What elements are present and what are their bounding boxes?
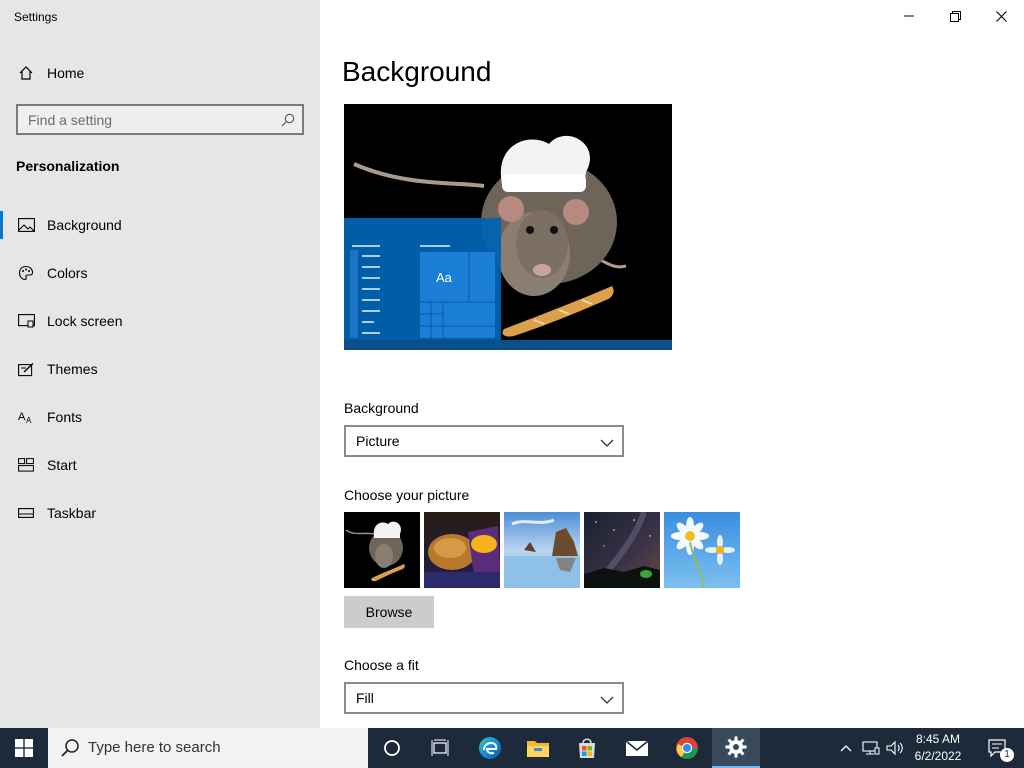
file-explorer-button[interactable]: [514, 728, 562, 768]
rat-chef-thumbnail-image: [344, 512, 420, 588]
sidebar-item-background[interactable]: Background: [0, 207, 320, 243]
setting-search-placeholder: Find a setting: [28, 112, 113, 128]
background-type-value: Picture: [356, 433, 400, 449]
home-icon: [17, 64, 35, 82]
folder-icon: [527, 741, 549, 757]
picture-thumbnail-coastal-rocks[interactable]: [504, 512, 580, 588]
setting-search-input[interactable]: Find a setting: [16, 104, 304, 135]
sidebar-item-start[interactable]: Start: [0, 447, 320, 483]
cortana-icon: [384, 740, 400, 756]
picture-thumbnail-daisies[interactable]: [664, 512, 740, 588]
close-button[interactable]: [978, 0, 1024, 32]
page-title: Background: [342, 56, 492, 87]
sidebar: Settings Home Find a setting Personaliza…: [0, 0, 320, 728]
task-view-button[interactable]: [416, 728, 464, 768]
sidebar-item-lock-screen[interactable]: Lock screen: [0, 303, 320, 339]
close-icon: [995, 10, 1007, 22]
chevron-down-icon: [600, 692, 614, 710]
show-hidden-icons-button[interactable]: [836, 728, 856, 768]
restore-button[interactable]: [932, 0, 978, 32]
minimize-button[interactable]: [886, 0, 932, 32]
search-icon: [280, 112, 296, 128]
preview-tile-label: Aa: [436, 270, 452, 285]
edge-app-button[interactable]: [466, 728, 514, 768]
background-label: Background: [344, 400, 419, 416]
themes-icon: [17, 360, 35, 378]
restore-icon: [949, 10, 961, 22]
sidebar-item-label: Fonts: [47, 409, 83, 425]
background-preview: Aa: [344, 104, 672, 350]
night-sky-thumbnail-image: [584, 512, 660, 588]
edge-browser-icon: [479, 737, 501, 759]
cheetos-snack-thumbnail-image: [424, 512, 500, 588]
lock-screen-icon: [17, 312, 35, 330]
start-icon: [17, 456, 35, 474]
search-icon: [60, 738, 80, 763]
chrome-button[interactable]: [662, 728, 712, 768]
minimize-icon: [904, 15, 914, 17]
rat-chef-image: [344, 104, 672, 350]
sidebar-item-label: Background: [47, 217, 122, 233]
svg-text:A: A: [18, 411, 26, 423]
settings-app-button[interactable]: [712, 728, 760, 768]
store-bag-icon: [579, 738, 595, 758]
coastal-rocks-thumbnail-image: [504, 512, 580, 588]
browse-button[interactable]: Browse: [344, 596, 434, 628]
clock[interactable]: 8:45 AM 6/2/2022: [908, 731, 968, 765]
fonts-icon: AA: [17, 408, 35, 426]
taskbar-search-placeholder: Type here to search: [88, 739, 221, 756]
sidebar-item-themes[interactable]: Themes: [0, 351, 320, 387]
notification-count-badge: 1: [1000, 748, 1014, 762]
clock-date: 6/2/2022: [914, 749, 962, 763]
app-title: Settings: [14, 10, 58, 24]
mail-icon: [625, 740, 649, 756]
sidebar-item-taskbar[interactable]: Taskbar: [0, 495, 320, 531]
volume-button[interactable]: [884, 728, 906, 768]
task-view-icon: [431, 739, 449, 756]
fit-dropdown[interactable]: Fill: [344, 682, 624, 714]
background-type-dropdown[interactable]: Picture: [344, 425, 624, 457]
section-title: Personalization: [16, 158, 120, 174]
sidebar-item-label: Start: [47, 457, 77, 473]
sidebar-home-label: Home: [47, 65, 85, 81]
gear-icon: [725, 736, 747, 758]
mail-button[interactable]: [612, 728, 662, 768]
fit-value: Fill: [356, 690, 374, 706]
sidebar-home[interactable]: Home: [0, 58, 320, 88]
palette-icon: [17, 264, 35, 282]
start-button[interactable]: [0, 728, 48, 768]
taskbar-search-box[interactable]: Type here to search: [48, 728, 368, 768]
picture-thumbnail-cheetos-snack[interactable]: [424, 512, 500, 588]
choose-fit-label: Choose a fit: [344, 657, 419, 673]
picture-icon: [17, 216, 35, 234]
sidebar-item-label: Taskbar: [47, 505, 97, 521]
daisies-thumbnail-image: [664, 512, 740, 588]
taskbar: Type here to search 8:45 AM 6/2/2022 1: [0, 728, 1024, 768]
sidebar-item-fonts[interactable]: AA Fonts: [0, 399, 320, 435]
cortana-button[interactable]: [368, 728, 416, 768]
taskbar-icon: [17, 504, 35, 522]
svg-text:A: A: [26, 416, 32, 424]
choose-picture-label: Choose your picture: [344, 487, 470, 503]
picture-thumbnail-night-sky[interactable]: [584, 512, 660, 588]
chrome-icon: [676, 737, 698, 759]
network-button[interactable]: [860, 728, 882, 768]
clock-time: 8:45 AM: [915, 732, 961, 746]
action-center-button[interactable]: 1: [978, 728, 1018, 768]
network-icon: [862, 741, 880, 755]
sidebar-item-label: Colors: [47, 265, 88, 281]
speaker-icon: [886, 740, 903, 756]
chevron-down-icon: [600, 435, 614, 453]
sidebar-item-label: Themes: [47, 361, 98, 377]
chevron-up-icon: [840, 745, 852, 752]
sidebar-item-label: Lock screen: [47, 313, 123, 329]
picture-thumbnail-rat-chef[interactable]: [344, 512, 420, 588]
sidebar-item-colors[interactable]: Colors: [0, 255, 320, 291]
windows-logo-icon: [15, 739, 33, 757]
store-button[interactable]: [562, 728, 612, 768]
